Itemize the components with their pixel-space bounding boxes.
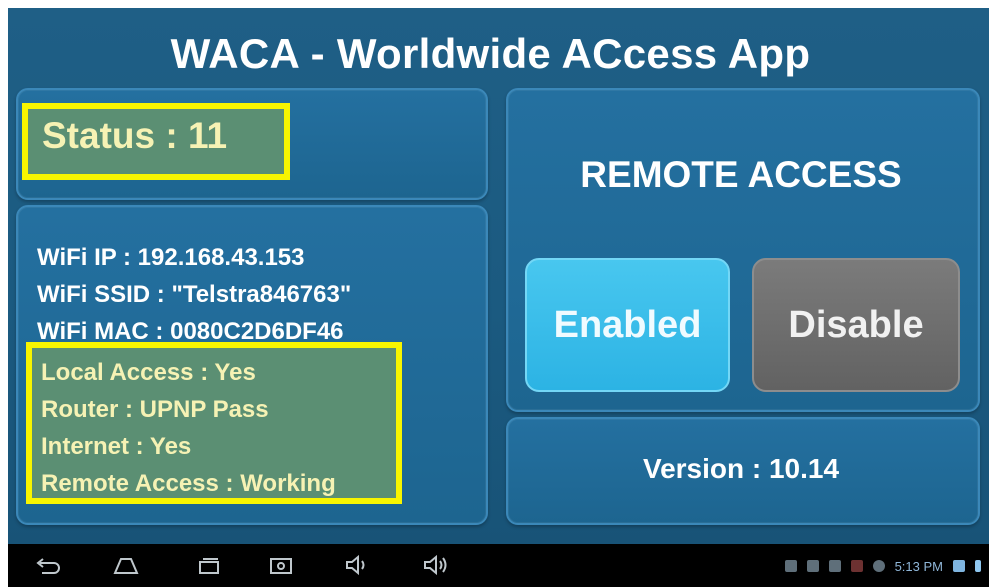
screenshot-icon[interactable] bbox=[266, 551, 296, 579]
home-icon[interactable] bbox=[111, 551, 141, 579]
image-icon bbox=[806, 560, 819, 572]
remote-access-title: REMOTE ACCESS bbox=[580, 154, 902, 195]
status-highlight: Status : 11 bbox=[22, 103, 290, 180]
wifi-icon bbox=[953, 560, 965, 572]
volume-up-icon[interactable] bbox=[421, 551, 451, 579]
app-title: WACA - Worldwide ACcess App bbox=[170, 30, 811, 77]
back-icon[interactable] bbox=[32, 551, 62, 579]
recent-apps-icon[interactable] bbox=[194, 551, 224, 579]
volume-down-icon[interactable] bbox=[342, 551, 372, 579]
router-text: Router : UPNP Pass bbox=[41, 396, 269, 423]
connection-status-highlight: Local Access : Yes Router : UPNP Pass In… bbox=[26, 342, 402, 504]
remote-access-status-text: Remote Access : Working bbox=[41, 470, 336, 497]
status-tray: 5:13 PM bbox=[784, 556, 981, 576]
disable-button[interactable]: Disable bbox=[752, 258, 960, 392]
network-info-list: WiFi IP : 192.168.43.153 WiFi SSID : "Te… bbox=[37, 239, 351, 350]
alert-icon bbox=[850, 560, 863, 572]
system-navigation-bar: 5:13 PM bbox=[8, 544, 989, 587]
local-access-text: Local Access : Yes bbox=[41, 359, 256, 386]
sync-icon bbox=[828, 560, 841, 572]
status-text: Status : 11 bbox=[42, 115, 228, 156]
connection-status-list: Local Access : Yes Router : UPNP Pass In… bbox=[41, 354, 336, 502]
battery-icon bbox=[975, 560, 981, 572]
enabled-button[interactable]: Enabled bbox=[525, 258, 730, 392]
settings-icon bbox=[872, 560, 885, 572]
version-text: Version : 10.14 bbox=[642, 453, 840, 484]
wifi-ssid-text: WiFi SSID : "Telstra846763" bbox=[37, 281, 352, 308]
internet-text: Internet : Yes bbox=[41, 433, 192, 460]
wifi-ip-text: WiFi IP : 192.168.43.153 bbox=[37, 244, 305, 271]
clock: 5:13 PM bbox=[894, 558, 943, 574]
usb-icon bbox=[784, 560, 797, 572]
